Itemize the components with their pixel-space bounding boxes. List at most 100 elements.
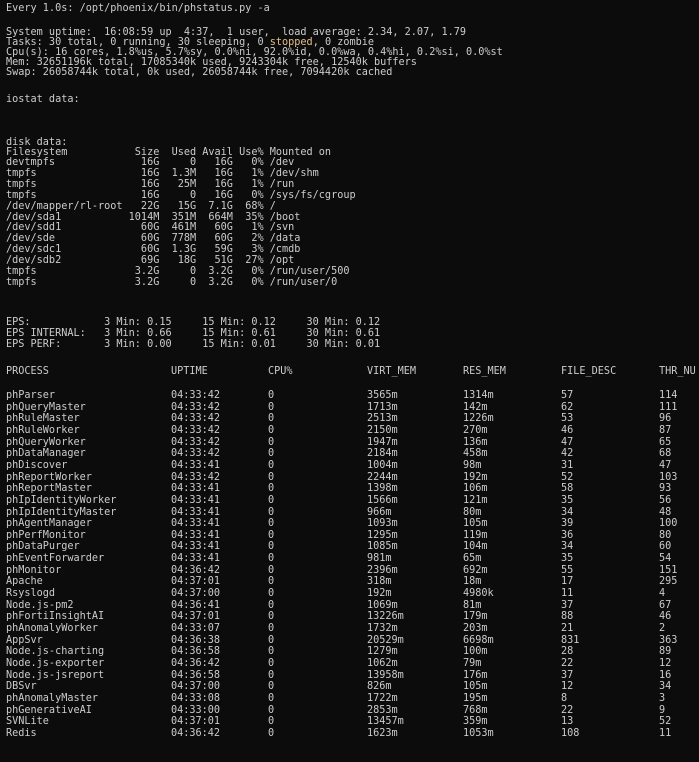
process-cell: 04:33:42 <box>171 401 221 413</box>
process-cell: 2 <box>659 623 666 634</box>
process-row: Node.js-pm2 04:36:41 0 1069m 81m 37 67 <box>0 599 699 611</box>
process-cell: 35 <box>561 553 574 565</box>
process-cell: phReportMaster <box>6 483 92 495</box>
process-cell: 68 <box>659 448 672 460</box>
process-cell: phAgentManager <box>6 518 92 530</box>
process-cell: 1004m <box>367 459 398 471</box>
process-row: Node.js-jsreport 04:36:58 0 13958m 176m 37 16 <box>0 669 699 681</box>
process-cell: 692m <box>463 564 488 576</box>
process-cell: 1085m <box>367 541 398 553</box>
process-cell: 0 <box>268 424 275 436</box>
process-cell: 119m <box>463 529 488 541</box>
process-cell: 0 <box>268 716 275 728</box>
eps-row: EPS PERF: 3 Min: 0.00 15 Min: 0.01 30 Mi… <box>6 339 381 350</box>
process-cell: 0 <box>268 611 275 623</box>
process-cell: 04:33:41 <box>171 459 221 471</box>
process-cell: 04:37:00 <box>171 681 221 693</box>
process-cell: 100 <box>659 518 678 530</box>
process-cell: 1314m <box>463 390 494 401</box>
process-cell: Node.js-jsreport <box>6 669 105 681</box>
process-cell: phIpIdentityMaster <box>6 506 117 518</box>
process-cell: Node.js-charting <box>6 646 105 658</box>
process-row: Node.js-charting 04:36:58 0 1279m 100m 28 89 <box>0 647 699 657</box>
process-cell: 0 <box>268 692 275 704</box>
process-cell: 04:33:42 <box>171 424 221 436</box>
process-cell: 121m <box>463 494 488 506</box>
disk-row: tmpfs 3.2G 0 3.2G 0% /run/user/500 <box>6 266 350 277</box>
process-cell: 04:37:00 <box>171 588 221 600</box>
process-cell: 28 <box>561 646 574 658</box>
process-cell: 04:36:42 <box>171 727 221 739</box>
process-cell: 13958m <box>367 669 404 681</box>
process-cell: 53 <box>561 413 574 425</box>
process-column-header: RES_MEM <box>463 366 506 377</box>
process-row: Apache 04:37:01 0 318m 18m 17 295 <box>0 577 699 587</box>
process-cell: 142m <box>463 401 488 413</box>
process-cell: 295 <box>659 576 678 588</box>
process-cell: 46 <box>561 424 574 436</box>
eps-row: EPS: 3 Min: 0.15 15 Min: 0.12 30 Min: 0.… <box>6 317 381 328</box>
process-cell: phDiscover <box>6 459 68 471</box>
process-cell: 0 <box>268 448 275 460</box>
disk-row: /dev/mapper/rl-root 22G 15G 7.1G 68% / <box>6 200 276 212</box>
process-cell: 108 <box>561 727 580 739</box>
process-cell: 11 <box>659 727 672 739</box>
process-cell: phRuleMaster <box>6 413 80 425</box>
process-cell: 04:33:07 <box>171 623 221 634</box>
process-cell: 57 <box>561 390 574 401</box>
process-cell: 1069m <box>367 599 398 611</box>
process-row: phQueryWorker 04:33:42 0 1947m 136m 47 65 <box>0 436 699 448</box>
process-cell: 35 <box>561 494 574 506</box>
process-cell: phDataPurger <box>6 541 80 553</box>
process-cell: 0 <box>268 564 275 576</box>
process-cell: 04:33:41 <box>171 483 221 495</box>
process-cell: 136m <box>463 436 488 448</box>
process-cell: 0 <box>268 634 275 646</box>
iostat-label: iostat data: <box>6 94 80 105</box>
process-cell: 87 <box>659 424 672 436</box>
process-cell: 04:36:41 <box>171 599 221 611</box>
process-cell: 11 <box>561 588 574 600</box>
process-table-header: PROCESS UPTIME CPU% VIRT_MEM RES_MEM FILE_DES… <box>0 366 699 377</box>
process-cell: 0 <box>268 483 275 495</box>
process-cell: 100m <box>463 646 488 658</box>
process-cell: 966m <box>367 506 392 518</box>
process-column-header: VIRT_MEM <box>367 366 417 377</box>
process-cell: 0 <box>268 494 275 506</box>
process-column-header: THR_NU <box>659 366 696 377</box>
process-cell: 81m <box>463 599 482 611</box>
process-row: Node.js-exporter 04:36:42 0 1062m 79m 22 12 <box>0 657 699 669</box>
process-cell: 13 <box>561 716 574 728</box>
process-row: phReportMaster 04:33:41 0 1398m 106m 58 93 <box>0 484 699 494</box>
process-cell: phQueryMaster <box>6 401 86 413</box>
process-cell: 2150m <box>367 424 398 436</box>
process-cell: 0 <box>268 623 275 634</box>
process-row: DBSvr 04:37:00 0 826m 105m 12 34 <box>0 682 699 692</box>
process-cell: 52 <box>561 471 574 483</box>
process-cell: 31 <box>561 459 574 471</box>
process-row: phDataPurger 04:33:41 0 1085m 104m 34 60 <box>0 542 699 552</box>
process-cell: 114 <box>659 390 678 401</box>
process-cell: 1713m <box>367 401 398 413</box>
process-cell: 0 <box>268 727 275 739</box>
process-cell: 8 <box>561 692 568 704</box>
process-cell: 04:36:38 <box>171 634 221 646</box>
process-cell: 47 <box>659 459 672 471</box>
disk-row: /dev/sdc1 60G 1.3G 59G 3% /cmdb <box>6 244 301 256</box>
process-cell: 1398m <box>367 483 398 495</box>
process-cell: 0 <box>268 529 275 541</box>
process-cell: 80 <box>659 529 672 541</box>
process-cell: Node.js-exporter <box>6 657 105 669</box>
process-cell: 22 <box>561 704 574 716</box>
disk-row: tmpfs 16G 1.3M 16G 1% /dev/shm <box>6 167 319 179</box>
process-row: phDiscover 04:33:41 0 1004m 98m 31 47 <box>0 459 699 471</box>
process-row: phIpIdentityMaster 04:33:41 0 966m 80m 34 48 <box>0 506 699 518</box>
process-cell: DBSvr <box>6 681 37 693</box>
process-cell: 04:36:42 <box>171 564 221 576</box>
process-cell: phIpIdentityWorker <box>6 494 117 506</box>
process-cell: 2513m <box>367 413 398 425</box>
process-cell: 42 <box>561 448 574 460</box>
process-cell: 195m <box>463 692 488 704</box>
process-cell: 176m <box>463 669 488 681</box>
process-cell: phGenerativeAI <box>6 704 92 716</box>
